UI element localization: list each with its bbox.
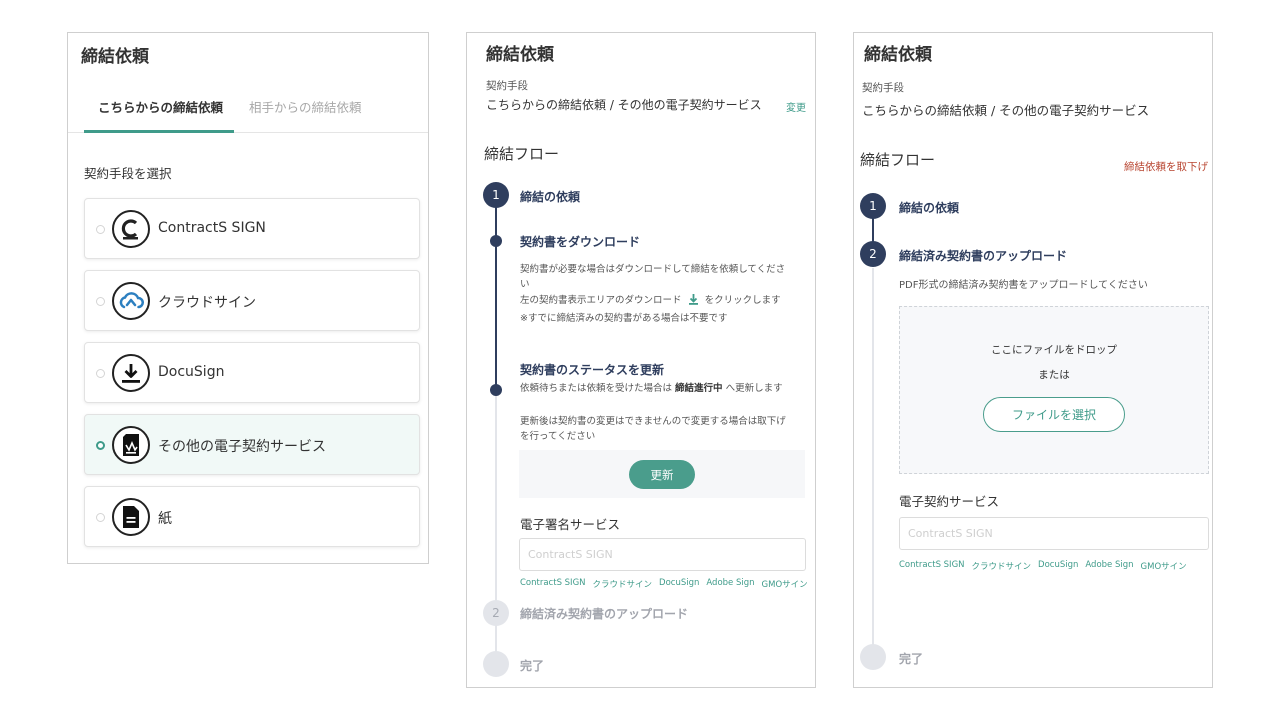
option-label: クラウドサイン: [158, 295, 256, 311]
active-tab-indicator: [84, 130, 234, 133]
step-1-title: 締結の依頼: [899, 201, 960, 215]
change-method-link[interactable]: 変更: [786, 99, 806, 114]
upload-flow-panel: 締結依頼 契約手段 こちらからの締結依頼 / その他の電子契約サービス 締結フロ…: [853, 32, 1213, 688]
section-label: 契約手段を選択: [84, 166, 172, 181]
panel-title: 締結依頼: [864, 45, 932, 65]
service-input[interactable]: [899, 517, 1209, 550]
substep-download-instruction: 左の契約書表示エリアのダウンロード をクリックします: [520, 293, 810, 310]
flow-title: 締結フロー: [484, 145, 560, 163]
substep-download-note: ※すでに締結済みの契約書がある場合は不要です: [520, 313, 728, 324]
service-suggestions: ContractS SIGN クラウドサイン DocuSign Adobe Si…: [520, 578, 808, 590]
service-label: 電子契約サービス: [899, 494, 1000, 509]
step-2-title: 締結済み契約書のアップロード: [899, 249, 1068, 263]
method-label: 契約手段: [486, 80, 528, 92]
dropzone-text: ここにファイルをドロップ: [991, 344, 1117, 356]
option-contracts-sign[interactable]: ContractS SIGN: [84, 198, 420, 259]
substep-status-note: 更新後は契約書の変更はできませんので変更する場合は取下げを行ってください: [520, 416, 786, 442]
paper-document-icon: [112, 498, 150, 536]
panel-title: 締結依頼: [486, 45, 554, 65]
select-file-button[interactable]: ファイルを選択: [983, 397, 1125, 432]
service-label: 電子署名サービス: [520, 517, 621, 532]
substep-download-title: 契約書をダウンロード: [520, 235, 641, 249]
contract-method-panel: 締結依頼 こちらからの締結依頼 相手からの締結依頼 契約手段を選択 Contra…: [67, 32, 429, 564]
download-icon: [688, 294, 699, 310]
signed-document-icon: [112, 426, 150, 464]
service-input[interactable]: [519, 538, 806, 571]
option-label: 紙: [158, 511, 172, 527]
panel-title: 締結依頼: [81, 47, 149, 67]
flow-title: 締結フロー: [860, 151, 936, 169]
step-2-indicator: 2: [860, 241, 886, 267]
substep-dot: [490, 235, 502, 247]
step-1-indicator: 1: [860, 193, 886, 219]
step-1-indicator: 1: [483, 182, 509, 208]
step-3-title: 完了: [520, 659, 545, 673]
option-label: ContractS SIGN: [158, 220, 266, 236]
substep-status-title: 契約書のステータスを更新: [520, 363, 665, 377]
radio-button[interactable]: [96, 297, 105, 306]
option-paper[interactable]: 紙: [84, 486, 420, 547]
suggestion-gmo-sign[interactable]: GMOサイン: [762, 578, 808, 590]
suggestion-gmo-sign[interactable]: GMOサイン: [1141, 560, 1187, 572]
option-other-e-contract[interactable]: その他の電子契約サービス: [84, 414, 420, 475]
download-logo-icon: [112, 354, 150, 392]
service-suggestions: ContractS SIGN クラウドサイン DocuSign Adobe Si…: [899, 560, 1187, 572]
method-label: 契約手段: [862, 82, 904, 94]
suggestion-adobe-sign[interactable]: Adobe Sign: [706, 578, 754, 590]
contracts-sign-logo-icon: [112, 210, 150, 248]
step-3-indicator: [860, 644, 886, 670]
suggestion-cloud-sign[interactable]: クラウドサイン: [593, 578, 653, 590]
substep-status-desc: 依頼待ちまたは依頼を受けた場合は 締結進行中 へ更新します: [520, 383, 783, 394]
radio-button-selected[interactable]: [96, 441, 105, 450]
method-value: こちらからの締結依頼 / その他の電子契約サービス: [486, 98, 762, 112]
option-cloud-sign[interactable]: クラウドサイン: [84, 270, 420, 331]
step-3-title: 完了: [899, 652, 924, 666]
file-dropzone[interactable]: ここにファイルをドロップ または ファイルを選択: [899, 306, 1209, 474]
substep-download-desc: 契約書が必要な場合はダウンロードして締結を依頼してください: [520, 264, 786, 290]
option-label: その他の電子契約サービス: [158, 439, 326, 455]
update-button[interactable]: 更新: [629, 460, 695, 489]
suggestion-contracts-sign[interactable]: ContractS SIGN: [520, 578, 586, 590]
suggestion-cloud-sign[interactable]: クラウドサイン: [972, 560, 1032, 572]
tab-incoming-request[interactable]: 相手からの締結依頼: [249, 97, 362, 116]
option-docusign[interactable]: DocuSign: [84, 342, 420, 403]
option-label: DocuSign: [158, 364, 225, 380]
step-2-desc: PDF形式の締結済み契約書をアップロードしてください: [899, 280, 1148, 291]
cloud-sign-logo-icon: [112, 282, 150, 320]
suggestion-docusign[interactable]: DocuSign: [659, 578, 699, 590]
suggestion-adobe-sign[interactable]: Adobe Sign: [1085, 560, 1133, 572]
step-2-title: 締結済み契約書のアップロード: [520, 607, 689, 621]
step-3-indicator: [483, 651, 509, 677]
radio-button[interactable]: [96, 369, 105, 378]
timeline-line-pending: [872, 268, 874, 648]
method-value: こちらからの締結依頼 / その他の電子契約サービス: [862, 103, 1150, 118]
timeline-line-active: [495, 196, 497, 391]
suggestion-docusign[interactable]: DocuSign: [1038, 560, 1078, 572]
radio-button[interactable]: [96, 513, 105, 522]
dropzone-or-text: または: [1038, 369, 1070, 381]
step-2-indicator: 2: [483, 600, 509, 626]
contract-flow-panel: 締結依頼 契約手段 こちらからの締結依頼 / その他の電子契約サービス 変更 締…: [466, 32, 816, 688]
step-1-title: 締結の依頼: [520, 190, 581, 204]
substep-dot: [490, 384, 502, 396]
withdraw-request-link[interactable]: 締結依頼を取下げ: [1124, 159, 1208, 174]
tab-outgoing-request[interactable]: こちらからの締結依頼: [98, 97, 223, 116]
request-tabs: こちらからの締結依頼 相手からの締結依頼: [68, 89, 428, 133]
update-box: 更新: [519, 450, 805, 498]
suggestion-contracts-sign[interactable]: ContractS SIGN: [899, 560, 965, 572]
radio-button[interactable]: [96, 225, 105, 234]
